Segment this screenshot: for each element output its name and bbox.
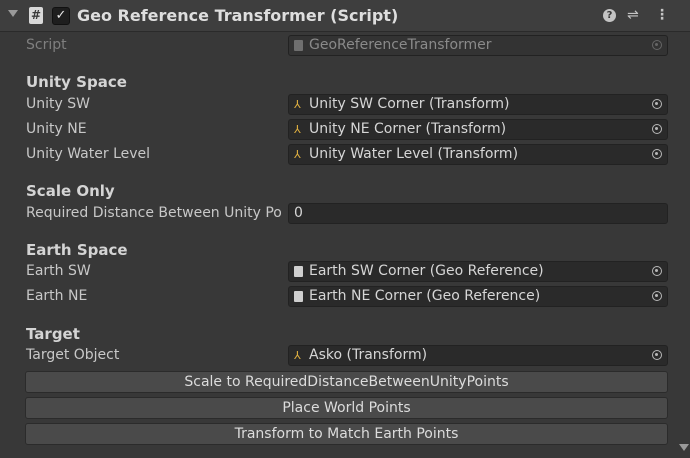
target-object-field[interactable]: ⅄ Asko (Transform)	[288, 345, 668, 366]
foldout-arrow-icon[interactable]	[8, 10, 18, 17]
object-picker-icon[interactable]	[652, 99, 662, 109]
object-picker-icon[interactable]	[652, 291, 662, 301]
unity-sw-value: Unity SW Corner (Transform)	[309, 96, 510, 112]
scroll-down-arrow-icon[interactable]	[679, 444, 689, 451]
script-field: GeoReferenceTransformer	[288, 35, 668, 56]
target-object-label: Target Object	[26, 347, 120, 363]
object-picker-icon[interactable]	[652, 149, 662, 159]
unity-ne-field[interactable]: ⅄ Unity NE Corner (Transform)	[288, 119, 668, 140]
transform-icon: ⅄	[294, 98, 301, 111]
transform-to-match-earth-points-button[interactable]: Transform to Match Earth Points	[25, 423, 668, 445]
script-icon: #	[29, 7, 43, 24]
component-header: # ✓ Geo Reference Transformer (Script) ?…	[0, 0, 690, 32]
section-target: Target	[26, 325, 80, 343]
unity-sw-label: Unity SW	[26, 96, 90, 112]
enable-checkbox[interactable]: ✓	[52, 7, 70, 25]
script-component-icon	[294, 291, 303, 302]
script-file-icon	[294, 40, 303, 51]
transform-icon: ⅄	[294, 148, 301, 161]
help-icon[interactable]: ?	[603, 9, 616, 22]
section-unity-space: Unity Space	[26, 73, 127, 91]
kebab-menu-icon[interactable]: ⋮	[655, 7, 669, 23]
object-picker-icon[interactable]	[652, 266, 662, 276]
place-world-points-button[interactable]: Place World Points	[25, 397, 668, 419]
unity-water-level-field[interactable]: ⅄ Unity Water Level (Transform)	[288, 144, 668, 165]
presets-icon[interactable]: ⇌	[627, 7, 639, 23]
unity-ne-value: Unity NE Corner (Transform)	[309, 121, 507, 137]
object-picker-icon[interactable]	[652, 350, 662, 360]
required-distance-input[interactable]: 0	[288, 203, 668, 224]
transform-icon: ⅄	[294, 123, 301, 136]
earth-ne-label: Earth NE	[26, 288, 88, 304]
earth-sw-label: Earth SW	[26, 263, 91, 279]
transform-icon: ⅄	[294, 349, 301, 362]
unity-ne-label: Unity NE	[26, 121, 87, 137]
earth-sw-value: Earth SW Corner (Geo Reference)	[309, 263, 544, 279]
target-object-value: Asko (Transform)	[309, 347, 428, 363]
unity-water-level-value: Unity Water Level (Transform)	[309, 146, 519, 162]
required-distance-value: 0	[294, 205, 303, 221]
unity-sw-field[interactable]: ⅄ Unity SW Corner (Transform)	[288, 94, 668, 115]
earth-sw-field[interactable]: Earth SW Corner (Geo Reference)	[288, 261, 668, 282]
section-scale-only: Scale Only	[26, 182, 115, 200]
earth-ne-value: Earth NE Corner (Geo Reference)	[309, 288, 541, 304]
object-picker-icon	[652, 40, 662, 50]
earth-ne-field[interactable]: Earth NE Corner (Geo Reference)	[288, 286, 668, 307]
script-label: Script	[26, 37, 67, 53]
unity-water-level-label: Unity Water Level	[26, 146, 151, 162]
object-picker-icon[interactable]	[652, 124, 662, 134]
section-earth-space: Earth Space	[26, 241, 128, 259]
script-field-value: GeoReferenceTransformer	[309, 37, 492, 53]
component-title: Geo Reference Transformer (Script)	[77, 6, 399, 25]
scale-to-required-distance-button[interactable]: Scale to RequiredDistanceBetweenUnityPoi…	[25, 371, 668, 393]
script-component-icon	[294, 266, 303, 277]
required-distance-label: Required Distance Between Unity Po	[26, 205, 282, 221]
